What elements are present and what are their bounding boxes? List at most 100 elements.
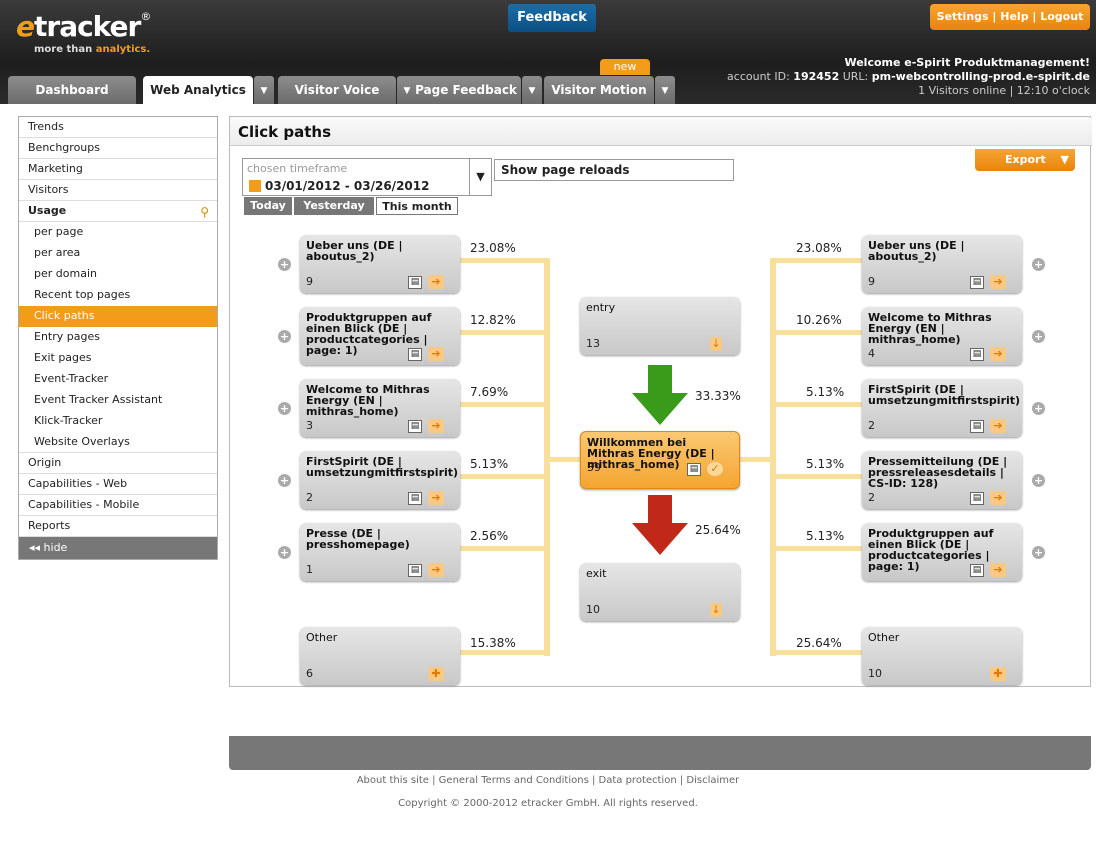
sidebar-item-per-page[interactable]: per page <box>19 222 217 243</box>
path-node-left[interactable]: Produktgruppen auf einen Blick (DE | pro… <box>300 307 460 365</box>
visitor-motion-dropdown-icon[interactable]: ▼ <box>655 76 675 104</box>
expand-plus-icon[interactable]: + <box>278 330 291 343</box>
sidebar-item-recent-top-pages[interactable]: Recent top pages <box>19 285 217 306</box>
path-node-right-other[interactable]: Other 10 ✚ <box>862 627 1022 685</box>
path-node-left[interactable]: Ueber uns (DE | aboutus_2) 9 ▤ ➔ <box>300 235 460 293</box>
sidebar-item-origin[interactable]: Origin <box>19 453 217 474</box>
export-label: Export <box>1005 153 1046 166</box>
page-details-icon[interactable]: ▤ <box>408 564 422 577</box>
timeframe-select[interactable]: chosen timeframe 03/01/2012 - 03/26/2012… <box>242 158 492 196</box>
feedback-button[interactable]: Feedback <box>508 4 596 32</box>
expand-plus-icon[interactable]: + <box>1032 546 1045 559</box>
follow-path-arrow-icon[interactable]: ➔ <box>428 347 444 361</box>
page-details-icon[interactable]: ▤ <box>687 463 701 476</box>
path-node-left[interactable]: Welcome to Mithras Energy (EN | mithras_… <box>300 379 460 437</box>
timeframe-label: chosen timeframe <box>247 162 348 175</box>
follow-path-arrow-icon[interactable]: ➔ <box>428 491 444 505</box>
page-details-icon[interactable]: ▤ <box>408 276 422 289</box>
new-badge: new <box>600 59 650 75</box>
yesterday-button[interactable]: Yesterday <box>294 197 374 215</box>
sidebar-item-capabilities-mobile[interactable]: Capabilities - Mobile <box>19 495 217 516</box>
hide-sidebar-button[interactable]: ◂◂ hide <box>19 537 217 559</box>
follow-path-arrow-icon[interactable]: ➔ <box>990 491 1006 505</box>
sidebar-item-reports[interactable]: Reports <box>19 516 217 537</box>
path-node-right[interactable]: FirstSpirit (DE | umsetzungmitfirstspiri… <box>862 379 1022 437</box>
path-node-right[interactable]: Welcome to Mithras Energy (EN | mithras_… <box>862 307 1022 365</box>
expand-plus-icon[interactable]: + <box>278 474 291 487</box>
sidebar-item-website-overlays[interactable]: Website Overlays <box>19 432 217 453</box>
right-link-line <box>776 546 862 551</box>
path-node-right[interactable]: Ueber uns (DE | aboutus_2) 9 ▤ ➔ <box>862 235 1022 293</box>
follow-path-arrow-icon[interactable]: ➔ <box>990 419 1006 433</box>
expand-plus-icon[interactable]: + <box>1032 402 1045 415</box>
page-details-icon[interactable]: ▤ <box>970 348 984 361</box>
etracker-logo[interactable]: etracker® <box>16 10 151 43</box>
path-node-left[interactable]: FirstSpirit (DE | umsetzungmitfirstspiri… <box>300 451 460 509</box>
today-button[interactable]: Today <box>244 197 292 215</box>
page-details-icon[interactable]: ▤ <box>408 492 422 505</box>
other-pages-icon[interactable]: ✚ <box>990 667 1006 681</box>
timeframe-dropdown-icon[interactable]: ▼ <box>469 159 491 195</box>
sidebar-item-exit-pages[interactable]: Exit pages <box>19 348 217 369</box>
right-link-line <box>776 474 862 479</box>
page-details-icon[interactable]: ▤ <box>408 348 422 361</box>
follow-path-arrow-icon[interactable]: ➔ <box>428 275 444 289</box>
left-link-line <box>460 258 544 263</box>
page-details-icon[interactable]: ▤ <box>970 564 984 577</box>
page-feedback-dropdown-icon[interactable]: ▼ <box>522 76 542 104</box>
entry-node[interactable]: entry 13 ↓ <box>580 297 740 355</box>
sidebar-item-capabilities-web[interactable]: Capabilities - Web <box>19 474 217 495</box>
tab-web-analytics[interactable]: Web Analytics <box>143 76 253 104</box>
exit-node[interactable]: exit 10 ↓ <box>580 563 740 621</box>
center-page-node[interactable]: Willkommen bei Mithras Energy (DE | mith… <box>580 431 740 489</box>
footer-links[interactable]: About this site | General Terms and Cond… <box>0 775 1096 786</box>
show-page-reloads-button[interactable]: Show page reloads <box>494 159 734 181</box>
sidebar-item-visitors[interactable]: Visitors <box>19 180 217 201</box>
expand-plus-icon[interactable]: + <box>1032 258 1045 271</box>
follow-path-arrow-icon[interactable]: ➔ <box>990 275 1006 289</box>
sidebar-item-per-area[interactable]: per area <box>19 243 217 264</box>
expand-plus-icon[interactable]: + <box>278 546 291 559</box>
expand-plus-icon[interactable]: + <box>1032 330 1045 343</box>
tab-visitor-motion[interactable]: Visitor Motion <box>544 76 654 104</box>
tab-page-feedback[interactable]: Page Feedback <box>411 76 521 104</box>
web-analytics-dropdown-icon[interactable]: ▼ <box>254 76 274 104</box>
sidebar-item-click-paths[interactable]: Click paths <box>19 306 217 327</box>
path-node-right[interactable]: Produktgruppen auf einen Blick (DE | pro… <box>862 523 1022 581</box>
sidebar-item-klick-tracker[interactable]: Klick-Tracker <box>19 411 217 432</box>
usage-label: Usage <box>28 204 67 217</box>
sidebar-item-usage[interactable]: Usage ⚲ <box>19 201 217 222</box>
other-pages-icon[interactable]: ✚ <box>428 667 444 681</box>
sidebar-item-event-tracker[interactable]: Event-Tracker <box>19 369 217 390</box>
expand-plus-icon[interactable]: + <box>278 402 291 415</box>
sidebar-item-event-tracker-assistant[interactable]: Event Tracker Assistant <box>19 390 217 411</box>
sidebar-item-entry-pages[interactable]: Entry pages <box>19 327 217 348</box>
this-month-button[interactable]: This month <box>376 197 458 215</box>
key-icon[interactable]: ⚲ <box>200 202 209 222</box>
path-node-right[interactable]: Pressemitteilung (DE | pressreleasesdeta… <box>862 451 1022 509</box>
sidebar-item-per-domain[interactable]: per domain <box>19 264 217 285</box>
page-details-icon[interactable]: ▤ <box>970 420 984 433</box>
right-connector-trunk <box>770 258 776 656</box>
path-node-left[interactable]: Presse (DE | presshomepage) 1 ▤ ➔ <box>300 523 460 581</box>
follow-path-arrow-icon[interactable]: ➔ <box>428 563 444 577</box>
expand-plus-icon[interactable]: + <box>1032 474 1045 487</box>
follow-path-arrow-icon[interactable]: ➔ <box>428 419 444 433</box>
page-details-icon[interactable]: ▤ <box>408 420 422 433</box>
path-node-left-other[interactable]: Other 6 ✚ <box>300 627 460 685</box>
entry-pct: 33.33% <box>695 389 741 403</box>
follow-path-arrow-icon[interactable]: ➔ <box>990 563 1006 577</box>
tab-visitor-voice[interactable]: Visitor Voice <box>278 76 396 104</box>
expand-plus-icon[interactable]: + <box>278 258 291 271</box>
title-bar: Click paths <box>230 116 1092 146</box>
follow-path-arrow-icon[interactable]: ➔ <box>990 347 1006 361</box>
settings-help-logout-links[interactable]: Settings | Help | Logout <box>930 4 1090 30</box>
node-title: Welcome to Mithras Energy (EN | mithras_… <box>868 311 992 346</box>
export-button[interactable]: Export ▼ <box>975 149 1075 171</box>
page-details-icon[interactable]: ▤ <box>970 276 984 289</box>
page-details-icon[interactable]: ▤ <box>970 492 984 505</box>
sidebar-item-marketing[interactable]: Marketing <box>19 159 217 180</box>
tab-dashboard[interactable]: Dashboard <box>8 76 136 104</box>
sidebar-item-trends[interactable]: Trends <box>19 117 217 138</box>
sidebar-item-benchgroups[interactable]: Benchgroups <box>19 138 217 159</box>
